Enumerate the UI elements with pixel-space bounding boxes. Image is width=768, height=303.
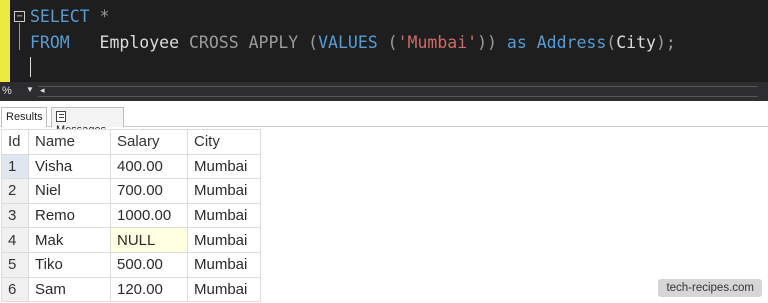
cell-salary[interactable]: 120.00 xyxy=(110,276,188,303)
table-row[interactable]: 4 Mak NULL Mumbai xyxy=(1,227,261,253)
horizontal-scrollbar[interactable] xyxy=(38,86,758,97)
close-parens: )) xyxy=(477,33,507,52)
cell-salary[interactable]: 1000.00 xyxy=(110,202,188,229)
column-header-id[interactable]: Id xyxy=(1,129,29,155)
open-paren: ( xyxy=(298,33,319,52)
keyword-cross-apply: CROSS APPLY xyxy=(188,33,299,52)
cell-name[interactable]: Visha xyxy=(28,153,111,180)
scroll-left-icon[interactable]: ◂ xyxy=(40,85,45,96)
column-header-city[interactable]: City xyxy=(187,129,261,155)
cell-id[interactable]: 6 xyxy=(1,276,29,303)
change-indicator-bar xyxy=(0,0,10,82)
cell-salary[interactable]: 700.00 xyxy=(110,178,188,204)
column-header-salary[interactable]: Salary xyxy=(110,129,188,155)
alias-close: ); xyxy=(655,33,676,52)
cell-name[interactable]: Sam xyxy=(28,276,111,303)
cell-id[interactable]: 5 xyxy=(1,251,29,278)
keyword-select: SELECT xyxy=(30,7,90,26)
select-star: * xyxy=(89,7,110,26)
cell-id[interactable]: 2 xyxy=(1,178,29,204)
code-line-2[interactable]: FROM Employee CROSS APPLY (VALUES ('Mumb… xyxy=(30,32,676,54)
table-row[interactable]: 1 Visha 400.00 Mumbai xyxy=(1,153,261,180)
cell-city[interactable]: Mumbai xyxy=(187,178,261,204)
string-literal: 'Mumbai' xyxy=(397,33,478,52)
cell-salary-null[interactable]: NULL xyxy=(110,227,188,253)
grid-header-row: Id Name Salary City xyxy=(1,129,261,155)
editor-status-bar: % ▼ ◂ xyxy=(0,82,768,101)
cell-city[interactable]: Mumbai xyxy=(187,251,261,278)
cell-id[interactable]: 3 xyxy=(1,202,29,229)
alias-column: City xyxy=(616,33,656,52)
cell-name[interactable]: Mak xyxy=(28,227,111,253)
results-tab-strip: Results Messages xyxy=(0,101,768,136)
chevron-down-icon[interactable]: ▼ xyxy=(26,85,34,94)
table-row[interactable]: 3 Remo 1000.00 Mumbai xyxy=(1,202,261,229)
results-grid[interactable]: Id Name Salary City 1 Visha 400.00 Mumba… xyxy=(1,129,261,303)
text-caret xyxy=(30,57,31,77)
table-row[interactable]: 5 Tiko 500.00 Mumbai xyxy=(1,251,261,278)
cell-city[interactable]: Mumbai xyxy=(187,227,261,253)
fold-guide-line xyxy=(19,23,20,50)
keyword-as: as xyxy=(506,33,527,52)
cell-name[interactable]: Remo xyxy=(28,202,111,229)
table-row[interactable]: 6 Sam 120.00 Mumbai xyxy=(1,276,261,303)
code-line-1[interactable]: SELECT * xyxy=(30,6,109,28)
cell-salary[interactable]: 500.00 xyxy=(110,251,188,278)
cell-id[interactable]: 1 xyxy=(1,153,29,180)
open-paren-2: ( xyxy=(377,33,398,52)
collapse-icon[interactable]: − xyxy=(14,11,25,22)
cell-name[interactable]: Tiko xyxy=(28,251,111,278)
keyword-values: VALUES xyxy=(318,33,378,52)
zoom-level[interactable]: % xyxy=(2,85,12,97)
cell-salary[interactable]: 400.00 xyxy=(110,153,188,180)
watermark: tech-recipes.com xyxy=(658,279,762,297)
table-name: Employee xyxy=(69,33,189,52)
cell-id[interactable]: 4 xyxy=(1,227,29,253)
cell-city[interactable]: Mumbai xyxy=(187,153,261,180)
tab-messages[interactable]: Messages xyxy=(51,107,124,136)
cell-city[interactable]: Mumbai xyxy=(187,202,261,229)
alias-name: Address xyxy=(536,33,607,52)
cell-name[interactable]: Niel xyxy=(28,178,111,204)
tab-results-label: Results xyxy=(6,111,43,123)
table-row[interactable]: 2 Niel 700.00 Mumbai xyxy=(1,178,261,204)
cell-city[interactable]: Mumbai xyxy=(187,276,261,303)
tab-results[interactable]: Results xyxy=(1,107,47,127)
alias-open-paren: ( xyxy=(606,33,617,52)
keyword-from: FROM xyxy=(30,33,70,52)
messages-icon xyxy=(56,111,66,122)
sql-editor[interactable]: − SELECT * FROM Employee CROSS APPLY (VA… xyxy=(0,0,768,82)
column-header-name[interactable]: Name xyxy=(28,129,111,155)
